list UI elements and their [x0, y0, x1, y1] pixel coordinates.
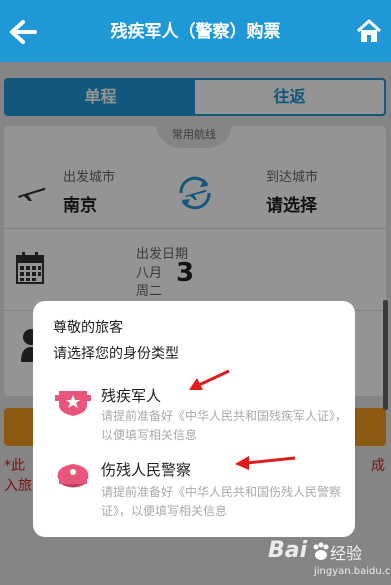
baidu-jingyan-watermark: Bai 经验 jingyan.baidu.com	[268, 536, 391, 584]
dialog-greeting: 尊敬的旅客	[53, 320, 123, 336]
app-header: 残疾军人（警察）购票	[0, 0, 391, 62]
identity-type-dialog: 尊敬的旅客 请选择您的身份类型 残疾军人 请提前准备好《中华人民共和国残疾军人证…	[33, 301, 355, 537]
page-title: 残疾军人（警察）购票	[110, 22, 281, 42]
home-icon[interactable]	[356, 18, 382, 44]
back-arrow-icon[interactable]	[8, 17, 38, 47]
watermark-brand: Bai	[268, 538, 308, 563]
military-badge-icon	[55, 391, 91, 416]
option-disabled-police[interactable]: 伤残人民警察	[101, 459, 191, 480]
police-cap-icon	[57, 464, 89, 488]
option-disabled-soldier[interactable]: 残疾军人	[101, 385, 161, 406]
annotation-arrow-icon	[235, 456, 296, 470]
watermark-jingyan: 经验	[330, 544, 363, 563]
option-disabled-police-desc: 请提前准备好《中华人民共和国伤残人民警察证》，以便填写相关信息	[101, 485, 342, 518]
scrollbar[interactable]	[383, 300, 388, 410]
dialog-prompt: 请选择您的身份类型	[53, 346, 179, 362]
watermark-url: jingyan.baidu.com	[314, 566, 391, 577]
baidu-paw-icon	[313, 542, 329, 560]
annotation-arrow-icon	[189, 369, 230, 390]
option-disabled-soldier-desc: 请提前准备好《中华人民共和国残疾军人证》，以便填写相关信息	[101, 409, 348, 442]
